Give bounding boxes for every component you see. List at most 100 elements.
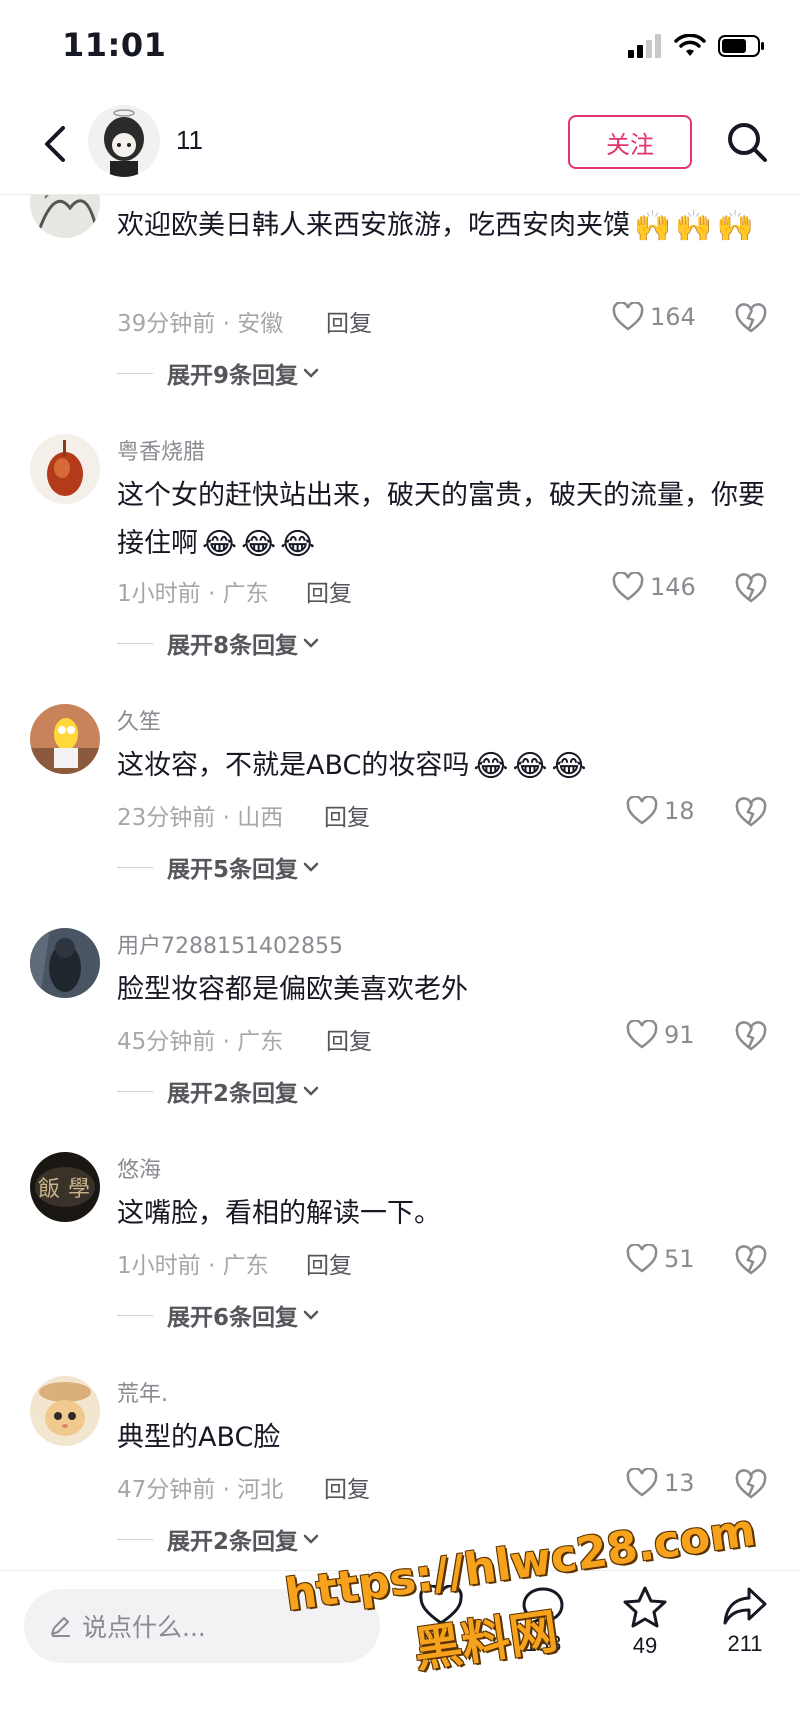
- divider-line: [117, 1090, 153, 1092]
- like-button[interactable]: 51: [626, 1244, 695, 1274]
- header: 11 关注: [0, 95, 800, 195]
- expand-replies-label: 展开9条回复: [167, 363, 299, 389]
- chevron-down-icon: [303, 1310, 319, 1320]
- heart-icon: [612, 572, 644, 601]
- reply-button[interactable]: 回复: [326, 304, 372, 338]
- expand-replies-button[interactable]: 展开2条回复: [117, 1522, 320, 1556]
- share-action[interactable]: 211: [710, 1585, 780, 1657]
- reply-button[interactable]: 回复: [324, 798, 370, 832]
- comment-text: 典型的ABC脸: [117, 1414, 777, 1462]
- status-icons: [628, 34, 766, 58]
- commenter-avatar[interactable]: [30, 928, 100, 998]
- commenter-avatar-image: 飯 學: [30, 1152, 100, 1222]
- comment-input[interactable]: 说点什么...: [24, 1589, 380, 1663]
- like-button[interactable]: 164: [612, 302, 696, 332]
- emoji-hands-icon: 🙌: [634, 208, 672, 244]
- expand-replies-button[interactable]: 展开6条回复: [117, 1298, 320, 1332]
- dislike-icon[interactable]: [734, 571, 768, 605]
- comment-body: 典型的ABC脸: [117, 1422, 281, 1453]
- expand-replies-button[interactable]: 展开2条回复: [117, 1074, 320, 1108]
- commenter-name[interactable]: 粤香烧腊: [117, 434, 205, 466]
- expand-replies-label: 展开8条回复: [167, 633, 299, 659]
- dislike-icon[interactable]: [734, 795, 768, 829]
- dislike-icon[interactable]: [734, 1019, 768, 1053]
- commenter-avatar[interactable]: [30, 1376, 100, 1446]
- comment-meta: 47分钟前 · 河北: [117, 1477, 284, 1503]
- commenter-avatar[interactable]: [30, 434, 100, 504]
- search-button[interactable]: [722, 117, 772, 167]
- chevron-down-icon: [303, 1086, 319, 1096]
- comment-meta: 23分钟前 · 山西: [117, 805, 284, 831]
- chevron-down-icon: [303, 1534, 319, 1544]
- share-icon: [723, 1587, 767, 1625]
- like-button[interactable]: 13: [626, 1468, 695, 1498]
- expand-replies-button[interactable]: 展开8条回复: [117, 626, 320, 660]
- author-avatar[interactable]: [88, 105, 160, 177]
- comment-text: 脸型妆容都是偏欧美喜欢老外: [117, 966, 777, 1014]
- like-count: 51: [664, 1245, 695, 1273]
- bottom-action-bar: 说点什么... 25 133 49 211: [0, 1570, 800, 1731]
- commenter-avatar[interactable]: 飯 學: [30, 1152, 100, 1222]
- like-action[interactable]: 25: [406, 1585, 476, 1657]
- chevron-down-icon: [303, 862, 319, 872]
- pencil-icon: [51, 1617, 70, 1637]
- like-count: 146: [650, 573, 696, 601]
- emoji-laugh-icon: 😂: [551, 748, 587, 784]
- divider-line: [117, 642, 153, 644]
- heart-icon: [626, 1468, 658, 1497]
- reply-button[interactable]: 回复: [326, 1022, 372, 1056]
- emoji-laugh-icon: 😂: [241, 526, 277, 562]
- dislike-icon[interactable]: [734, 1467, 768, 1501]
- emoji-laugh-icon: 😂: [512, 748, 548, 784]
- like-count: 164: [650, 303, 696, 331]
- comment-text: 这妆容，不就是ABC的妆容吗 😂 😂 😂: [117, 742, 777, 790]
- emoji-hands-icon: 🙌: [716, 208, 755, 244]
- emoji-laugh-icon: 😂: [473, 748, 509, 784]
- author-avatar-image: [88, 105, 160, 177]
- dislike-icon[interactable]: [734, 301, 768, 335]
- commenter-avatar-image: [30, 704, 100, 774]
- comment-body: 脸型妆容都是偏欧美喜欢老外: [117, 974, 468, 1005]
- search-icon: [728, 123, 767, 162]
- comment-action[interactable]: 133: [508, 1585, 578, 1657]
- commenter-name[interactable]: 久笙: [117, 704, 161, 736]
- expand-replies-label: 展开2条回复: [167, 1081, 299, 1107]
- comment-body: 欢迎欧美日韩人来西安旅游，吃西安肉夹馍: [117, 210, 630, 241]
- like-button[interactable]: 91: [626, 1020, 695, 1050]
- divider-line: [117, 866, 153, 868]
- follow-button[interactable]: 关注: [568, 115, 692, 169]
- reply-button[interactable]: 回复: [324, 1470, 370, 1504]
- divider-line: [117, 372, 153, 374]
- svg-text:飯: 飯: [38, 1177, 60, 1202]
- dislike-icon[interactable]: [734, 1243, 768, 1277]
- chevron-down-icon: [303, 638, 319, 648]
- expand-replies-label: 展开6条回复: [167, 1305, 299, 1331]
- signal-icon: [628, 34, 661, 58]
- comment-meta: 1小时前 · 广东: [117, 1253, 269, 1279]
- comment-body: 这嘴脸，看相的解读一下。: [117, 1198, 441, 1229]
- reply-button[interactable]: 回复: [306, 574, 352, 608]
- like-count: 18: [664, 797, 695, 825]
- comment-text: 这嘴脸，看相的解读一下。: [117, 1190, 777, 1238]
- comment-count: 133: [524, 1631, 562, 1656]
- like-button[interactable]: 146: [612, 572, 696, 602]
- commenter-avatar-image: [30, 1376, 100, 1446]
- expand-replies-label: 展开2条回复: [167, 1529, 299, 1555]
- commenter-name[interactable]: 荒年.: [117, 1376, 168, 1408]
- comment-body: 这妆容，不就是ABC的妆容吗: [117, 750, 470, 781]
- status-time: 11:01: [62, 26, 167, 64]
- expand-replies-button[interactable]: 展开9条回复: [117, 356, 320, 390]
- back-button[interactable]: [30, 119, 80, 169]
- expand-replies-button[interactable]: 展开5条回复: [117, 850, 320, 884]
- reply-button[interactable]: 回复: [306, 1246, 352, 1280]
- author-name[interactable]: 11: [176, 125, 203, 156]
- comment-bubble-icon: [522, 1587, 564, 1627]
- like-count: 25: [428, 1631, 454, 1656]
- commenter-name[interactable]: 用户7288151402855: [117, 928, 343, 960]
- favorite-action[interactable]: 49: [610, 1585, 680, 1659]
- like-button[interactable]: 18: [626, 796, 695, 826]
- emoji-laugh-icon: 😂: [202, 526, 238, 562]
- commenter-name[interactable]: 悠海: [117, 1152, 161, 1184]
- comment-meta: 1小时前 · 广东: [117, 581, 269, 607]
- commenter-avatar[interactable]: [30, 704, 100, 774]
